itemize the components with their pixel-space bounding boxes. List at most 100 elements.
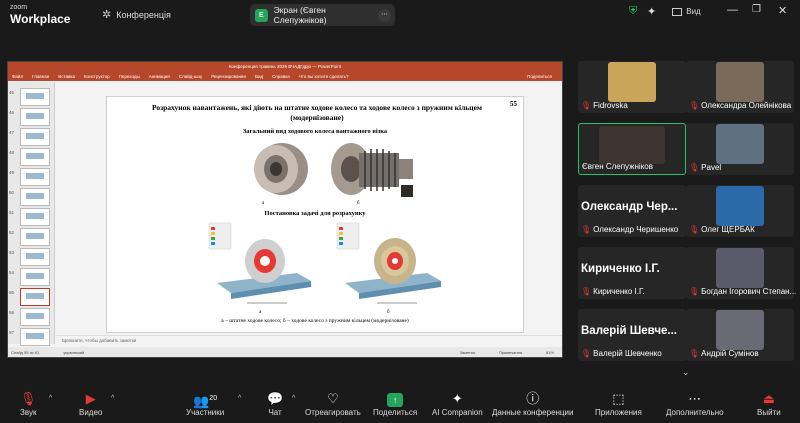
participant-tile[interactable]: Олександр Чер... 🎙 Олександр Черишенко xyxy=(578,185,686,237)
chat-button[interactable]: 💬 Чат xyxy=(267,390,283,417)
video-caret-icon[interactable]: ^ xyxy=(111,395,114,402)
more-button[interactable]: ⋯ Дополнительно xyxy=(666,390,724,417)
participants-count: 20 xyxy=(209,395,218,402)
minimize-icon[interactable]: — xyxy=(727,4,738,16)
share-label: Поделиться xyxy=(373,408,418,417)
participant-video xyxy=(716,310,764,350)
wheel-b-image xyxy=(331,143,413,197)
slide-thumbnail[interactable] xyxy=(20,208,50,226)
mic-muted-icon: 🎙 xyxy=(581,349,592,358)
participants-label: Участники xyxy=(186,408,225,417)
screen-share-pill[interactable]: Е Экран (Євген Слепужніков) ⋯ xyxy=(250,4,395,26)
ppt-menu-item[interactable]: Справка xyxy=(272,74,290,79)
thumb-number: 45 xyxy=(9,90,15,95)
slide-thumbnail[interactable] xyxy=(20,228,50,246)
ppt-menu-item[interactable]: Файл xyxy=(12,74,23,79)
meeting-info-button[interactable]: ⓘ Данные конференции xyxy=(492,390,573,417)
ppt-menu-item[interactable]: Рецензирование xyxy=(211,74,246,79)
chat-caret-icon[interactable]: ^ xyxy=(292,395,295,402)
status-notes-button[interactable]: Заметки xyxy=(460,350,475,355)
ai-companion-button[interactable]: ✦ AI Companion xyxy=(432,390,483,417)
meeting-title[interactable]: ✲ Конференція xyxy=(102,8,171,21)
status-comments-button[interactable]: Примечания xyxy=(499,350,522,355)
ppt-menu-bar: Файл Главная Вставка Конструктор Переходы Ани… xyxy=(8,71,562,81)
slide-title: Розрахунок навантажень, які діють на шта… xyxy=(151,103,483,122)
participant-video xyxy=(716,248,764,288)
slide-thumbnail[interactable] xyxy=(20,248,50,266)
participants-caret-icon[interactable]: ^ xyxy=(238,395,241,402)
participant-name-text: Олександр Черишенко xyxy=(593,225,679,234)
more-options-icon[interactable]: ⋯ xyxy=(378,8,392,22)
ppt-menu-item[interactable]: Что вы хотите сделать? xyxy=(299,74,349,79)
close-icon[interactable]: ✕ xyxy=(778,4,787,17)
participant-tile[interactable]: 🎙 Fidrovska xyxy=(578,61,686,113)
participants-icon: 👥20 xyxy=(193,393,218,409)
participant-tile[interactable]: 🎙 Олександра Олейнікова xyxy=(686,61,794,113)
slide-thumbnail[interactable] xyxy=(20,268,50,286)
slide-thumbnail[interactable] xyxy=(20,88,50,106)
restore-icon[interactable]: ❐ xyxy=(752,4,761,15)
view-button[interactable]: Вид xyxy=(672,7,701,16)
audio-caret-icon[interactable]: ^ xyxy=(49,395,52,402)
mic-muted-icon: 🎙 xyxy=(581,225,592,234)
mic-muted-icon: 🎙 xyxy=(689,101,700,110)
participant-tile[interactable]: 🎙 Pavel xyxy=(686,123,794,175)
status-zoom[interactable]: 81% xyxy=(546,350,554,355)
audio-button[interactable]: 🎙 Звук xyxy=(20,390,37,417)
video-off-icon: ▶ xyxy=(85,391,96,406)
participant-video xyxy=(716,124,764,164)
participant-tile[interactable]: Кириченко І.Г. 🎙 Кириченко І.Г. xyxy=(578,247,686,299)
ppt-menu-item[interactable]: Вставка xyxy=(58,74,75,79)
participant-tile[interactable]: 🎙 Олег ЩЕРБАК xyxy=(686,185,794,237)
ppt-menu-item[interactable]: Переходы xyxy=(119,74,140,79)
chevron-down-icon[interactable]: ⌄ xyxy=(682,367,690,378)
leave-icon: ⏏ xyxy=(762,391,775,406)
sparkle-icon[interactable]: ✦ xyxy=(647,5,656,18)
thumb-number: 52 xyxy=(9,230,15,235)
ppt-menu-item[interactable]: Главная xyxy=(32,74,49,79)
slide-thumbnail[interactable] xyxy=(20,148,50,166)
ppt-share-button[interactable]: Поделиться xyxy=(527,74,552,79)
participant-tile[interactable]: 🎙 Андрій Сумінов xyxy=(686,309,794,361)
video-button[interactable]: ▶ Видео xyxy=(79,390,102,417)
participant-video xyxy=(599,126,665,164)
ppt-menu-item[interactable]: Конструктор xyxy=(84,74,110,79)
thumb-number: 51 xyxy=(9,210,15,215)
ppt-menu-item[interactable]: Слайд-шоу xyxy=(179,74,202,79)
ppt-menu-item[interactable]: Вид xyxy=(255,74,263,79)
shield-icon[interactable]: ⛨ xyxy=(629,5,637,18)
slide-thumbnail[interactable] xyxy=(20,328,50,346)
caption-a: а xyxy=(262,201,265,206)
participant-tile[interactable]: Євген Слепужніков xyxy=(578,123,686,175)
participants-button[interactable]: 👥20 Участники xyxy=(186,390,224,417)
participant-name: 🎙 Олександр Черишенко xyxy=(581,225,678,234)
grid-icon xyxy=(672,7,682,16)
slide-thumbnail[interactable] xyxy=(20,168,50,186)
react-button[interactable]: ♡ Отреагировать xyxy=(305,390,361,417)
ppt-menu-item[interactable]: Анимация xyxy=(149,74,170,79)
notes-field[interactable]: Щелкните, чтобы добавить заметки xyxy=(56,335,562,345)
meeting-toolbar: 🎙 Звук ^ ▶ Видео ^ 👥20 Участники ^ 💬 Чат ^ ♡… xyxy=(0,386,800,423)
zoom-logo: zoom Workplace xyxy=(10,4,70,27)
caption-b: б xyxy=(357,201,360,206)
shared-screen[interactable]: Конференция травень 2025 ВЧАДГдрjo — Pow… xyxy=(7,61,563,358)
slide-thumbnail[interactable] xyxy=(20,128,50,146)
gear-icon[interactable]: ✲ xyxy=(102,8,111,21)
participant-tile[interactable]: 🎙 Богдан Ігорович Степан... xyxy=(686,247,796,299)
participant-video xyxy=(716,62,764,102)
participant-name: 🎙 Валерій Шевченко xyxy=(581,349,662,358)
meeting-name: Конференція xyxy=(116,9,171,20)
slide-thumbnail[interactable] xyxy=(20,308,50,326)
mic-muted-icon: 🎙 xyxy=(581,287,592,296)
thumb-number: 54 xyxy=(9,270,15,275)
leave-button[interactable]: ⏏ Выйти xyxy=(757,390,781,417)
slide-thumbnail[interactable] xyxy=(20,188,50,206)
participant-tile[interactable]: Валерій Шевче... 🎙 Валерій Шевченко xyxy=(578,309,686,361)
share-screen-button[interactable]: ↑ Поделиться xyxy=(373,390,417,417)
slide-thumbnail[interactable] xyxy=(20,108,50,126)
slide-thumbnail[interactable] xyxy=(20,288,50,306)
slide-thumbnails[interactable]: 45 46 47 48 49 50 51 52 53 54 55 56 57 xyxy=(8,82,55,346)
apps-button[interactable]: ⬚ Приложения xyxy=(595,390,642,417)
participant-name: 🎙 Олег ЩЕРБАК xyxy=(689,225,755,234)
thumb-number: 46 xyxy=(9,110,15,115)
